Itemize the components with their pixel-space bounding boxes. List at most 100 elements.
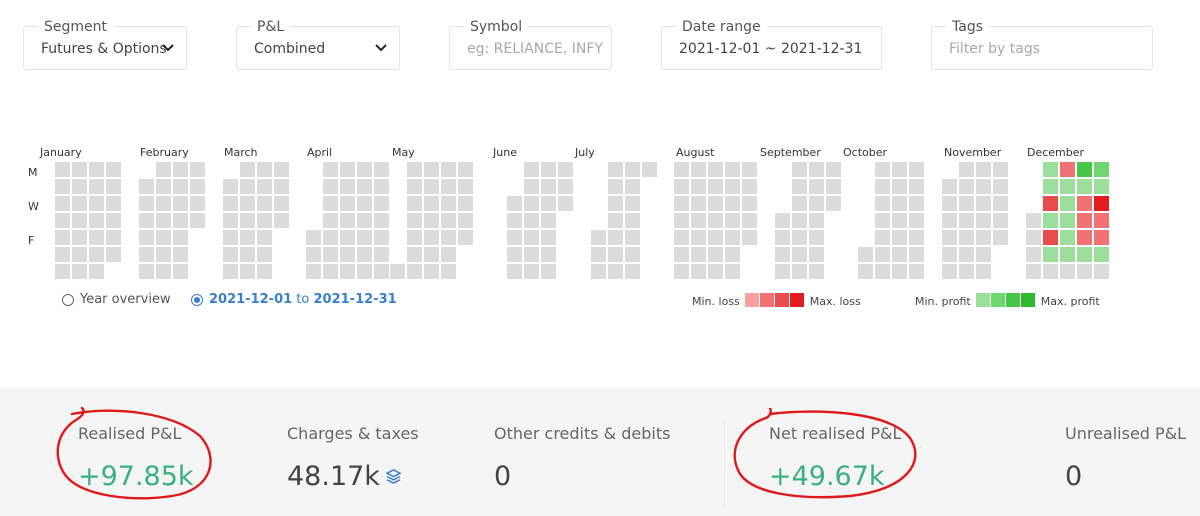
heatmap-day-cell[interactable] xyxy=(558,196,573,211)
heatmap-day-cell[interactable] xyxy=(156,264,171,279)
heatmap-day-cell[interactable] xyxy=(742,230,757,245)
heatmap-day-cell[interactable] xyxy=(625,247,640,262)
heatmap-day-cell[interactable] xyxy=(458,213,473,228)
heatmap-day-cell[interactable] xyxy=(993,213,1008,228)
heatmap-day-cell[interactable] xyxy=(507,230,522,245)
heatmap-day-cell[interactable] xyxy=(541,196,556,211)
heatmap-day-cell[interactable] xyxy=(458,230,473,245)
heatmap-day-cell[interactable] xyxy=(674,179,689,194)
heatmap-day-cell[interactable] xyxy=(875,162,890,177)
heatmap-day-cell[interactable] xyxy=(357,196,372,211)
heatmap-day-cell[interactable] xyxy=(424,247,439,262)
heatmap-day-cell[interactable] xyxy=(725,230,740,245)
heatmap-day-cell[interactable] xyxy=(708,230,723,245)
pnl-select[interactable]: P&L Combined xyxy=(236,19,400,70)
heatmap-day-cell[interactable] xyxy=(875,230,890,245)
heatmap-day-cell[interactable] xyxy=(340,213,355,228)
heatmap-day-cell[interactable] xyxy=(608,196,623,211)
heatmap-day-cell[interactable] xyxy=(190,213,205,228)
heatmap-day-cell[interactable] xyxy=(274,213,289,228)
heatmap-day-cell[interactable] xyxy=(875,179,890,194)
heatmap-day-cell[interactable] xyxy=(892,213,907,228)
heatmap-day-cell[interactable] xyxy=(775,264,790,279)
heatmap-day-cell[interactable] xyxy=(1043,162,1058,177)
heatmap-day-cell[interactable] xyxy=(306,247,321,262)
heatmap-day-cell[interactable] xyxy=(72,230,87,245)
heatmap-day-cell[interactable] xyxy=(323,162,338,177)
heatmap-day-cell[interactable] xyxy=(257,179,272,194)
heatmap-day-cell[interactable] xyxy=(809,264,824,279)
heatmap-day-cell[interactable] xyxy=(541,264,556,279)
heatmap-day-cell[interactable] xyxy=(55,196,70,211)
heatmap-day-cell[interactable] xyxy=(993,196,1008,211)
heatmap-day-cell[interactable] xyxy=(725,179,740,194)
heatmap-day-cell[interactable] xyxy=(407,230,422,245)
heatmap-day-cell[interactable] xyxy=(875,213,890,228)
heatmap-day-cell[interactable] xyxy=(441,162,456,177)
heatmap-day-cell[interactable] xyxy=(1060,196,1075,211)
heatmap-day-cell[interactable] xyxy=(507,264,522,279)
heatmap-day-cell[interactable] xyxy=(424,196,439,211)
heatmap-day-cell[interactable] xyxy=(993,230,1008,245)
heatmap-day-cell[interactable] xyxy=(424,264,439,279)
heatmap-day-cell[interactable] xyxy=(775,247,790,262)
heatmap-day-cell[interactable] xyxy=(524,162,539,177)
heatmap-day-cell[interactable] xyxy=(691,264,706,279)
heatmap-day-cell[interactable] xyxy=(173,213,188,228)
heatmap-day-cell[interactable] xyxy=(942,213,957,228)
heatmap-day-cell[interactable] xyxy=(340,230,355,245)
heatmap-day-cell[interactable] xyxy=(558,179,573,194)
heatmap-day-cell[interactable] xyxy=(541,162,556,177)
heatmap-day-cell[interactable] xyxy=(942,247,957,262)
heatmap-day-cell[interactable] xyxy=(591,264,606,279)
heatmap-day-cell[interactable] xyxy=(1094,213,1109,228)
heatmap-day-cell[interactable] xyxy=(72,247,87,262)
heatmap-day-cell[interactable] xyxy=(809,213,824,228)
heatmap-day-cell[interactable] xyxy=(424,179,439,194)
heatmap-day-cell[interactable] xyxy=(909,162,924,177)
heatmap-day-cell[interactable] xyxy=(223,213,238,228)
heatmap-day-cell[interactable] xyxy=(407,264,422,279)
heatmap-day-cell[interactable] xyxy=(240,162,255,177)
heatmap-day-cell[interactable] xyxy=(323,247,338,262)
heatmap-day-cell[interactable] xyxy=(691,179,706,194)
heatmap-day-cell[interactable] xyxy=(792,196,807,211)
tags-input[interactable]: Tags Filter by tags xyxy=(931,19,1153,70)
heatmap-day-cell[interactable] xyxy=(625,162,640,177)
heatmap-day-cell[interactable] xyxy=(809,162,824,177)
heatmap-day-cell[interactable] xyxy=(875,247,890,262)
heatmap-day-cell[interactable] xyxy=(625,264,640,279)
heatmap-day-cell[interactable] xyxy=(89,230,104,245)
heatmap-day-cell[interactable] xyxy=(240,213,255,228)
heatmap-day-cell[interactable] xyxy=(223,230,238,245)
heatmap-day-cell[interactable] xyxy=(708,247,723,262)
heatmap-day-cell[interactable] xyxy=(959,230,974,245)
heatmap-day-cell[interactable] xyxy=(55,162,70,177)
heatmap-day-cell[interactable] xyxy=(441,179,456,194)
heatmap-day-cell[interactable] xyxy=(1043,264,1058,279)
heatmap-day-cell[interactable] xyxy=(1094,196,1109,211)
heatmap-day-cell[interactable] xyxy=(608,162,623,177)
heatmap-day-cell[interactable] xyxy=(257,264,272,279)
heatmap-day-cell[interactable] xyxy=(223,247,238,262)
heatmap-day-cell[interactable] xyxy=(72,179,87,194)
heatmap-day-cell[interactable] xyxy=(708,162,723,177)
heatmap-day-cell[interactable] xyxy=(139,196,154,211)
heatmap-day-cell[interactable] xyxy=(1043,179,1058,194)
heatmap-day-cell[interactable] xyxy=(809,230,824,245)
heatmap-day-cell[interactable] xyxy=(306,230,321,245)
heatmap-day-cell[interactable] xyxy=(1026,247,1041,262)
heatmap-day-cell[interactable] xyxy=(691,230,706,245)
heatmap-day-cell[interactable] xyxy=(106,179,121,194)
heatmap-day-cell[interactable] xyxy=(1026,264,1041,279)
heatmap-day-cell[interactable] xyxy=(909,247,924,262)
heatmap-day-cell[interactable] xyxy=(1094,230,1109,245)
heatmap-day-cell[interactable] xyxy=(826,179,841,194)
heatmap-day-cell[interactable] xyxy=(173,230,188,245)
heatmap-day-cell[interactable] xyxy=(792,162,807,177)
heatmap-day-cell[interactable] xyxy=(72,162,87,177)
heatmap-day-cell[interactable] xyxy=(959,179,974,194)
heatmap-day-cell[interactable] xyxy=(106,247,121,262)
heatmap-day-cell[interactable] xyxy=(190,179,205,194)
heatmap-day-cell[interactable] xyxy=(909,230,924,245)
